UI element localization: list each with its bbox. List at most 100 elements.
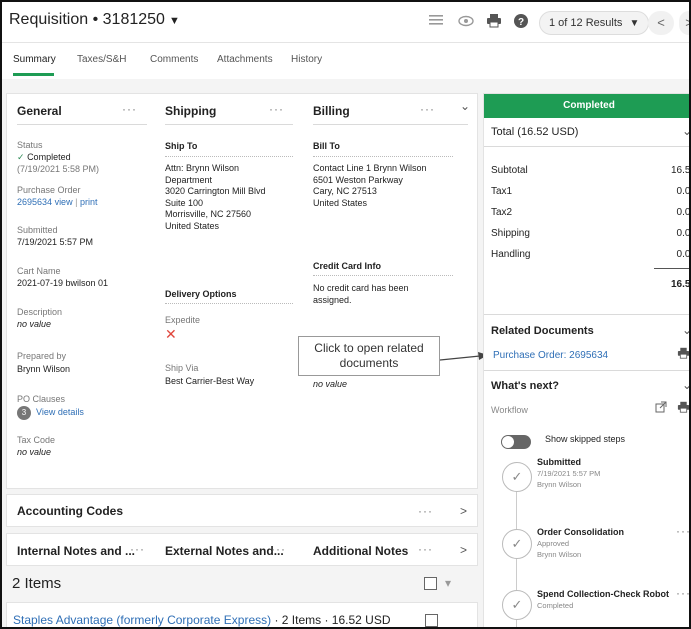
ship-to-label: Ship To <box>165 141 198 151</box>
step-more-button[interactable]: ··· <box>676 586 689 600</box>
bill-address-line: Contact Line 1 Brynn Wilson <box>313 163 427 173</box>
accounting-expand-icon[interactable]: > <box>460 504 467 518</box>
additional-notes-heading[interactable]: Additional Notes <box>313 544 408 558</box>
general-more-button[interactable]: ··· <box>122 102 137 116</box>
toggle-knob <box>502 436 514 448</box>
external-link-icon[interactable] <box>655 401 667 416</box>
whats-next-collapse-icon[interactable]: ⌄ <box>682 378 689 392</box>
po-number-link[interactable]: 2695634 <box>17 197 52 207</box>
external-notes-more-button[interactable]: ··· <box>271 542 286 556</box>
summary-line-label: Shipping <box>491 228 530 239</box>
delivery-options-heading: Delivery Options <box>165 289 237 299</box>
results-dropdown[interactable]: 1 of 12 Results ▼ <box>539 11 650 35</box>
next-result-button[interactable]: > <box>679 11 689 35</box>
accounting-codes-row[interactable]: Accounting Codes ··· > <box>6 494 478 527</box>
summary-line-value: 0.00 <box>676 249 691 260</box>
ship-address-line: Department <box>165 174 213 185</box>
callout-line: documents <box>339 356 399 370</box>
eye-icon[interactable] <box>457 13 475 31</box>
step-complete-check-icon: ✓ <box>502 529 532 559</box>
bill-address-line: 6501 Weston Parkway <box>313 174 403 185</box>
print-icon[interactable] <box>485 13 503 31</box>
cart-name-value: 2021-07-19 bwilson 01 <box>17 278 109 288</box>
related-divider-top <box>484 314 689 315</box>
supplier-row: Staples Advantage (formerly Corporate Ex… <box>6 602 478 627</box>
bill-to-divider <box>313 156 453 157</box>
requisition-title[interactable]: Requisition • 3181250 ▼ <box>9 11 180 29</box>
external-notes-heading[interactable]: External Notes and... <box>165 544 284 558</box>
shipping-heading: Shipping <box>165 104 217 118</box>
step-name: Submitted <box>537 457 581 467</box>
select-caret-icon[interactable]: ▾ <box>445 576 451 590</box>
internal-notes-more-button[interactable]: ··· <box>130 542 145 556</box>
app-window: Requisition • 3181250 ▼ ? 1 of 12 Results… <box>0 0 691 629</box>
svg-text:?: ? <box>518 17 524 28</box>
shipping-divider <box>165 124 293 125</box>
additional-notes-more-button[interactable]: ··· <box>418 542 433 556</box>
expedite-x-icon: ✕ <box>165 326 177 342</box>
select-all-checkbox[interactable] <box>424 577 437 590</box>
summary-line-value: 0.00 <box>676 207 691 218</box>
notes-row: Internal Notes and ... ··· External Note… <box>6 533 478 566</box>
ship-to-address: Attn: Brynn Wilson Department 3020 Carri… <box>165 163 266 232</box>
po-clauses-count-badge: 3 <box>17 406 31 420</box>
supplier-checkbox[interactable] <box>425 614 438 627</box>
related-documents-callout: Click to open related documents <box>298 336 440 376</box>
credit-card-divider <box>313 275 453 276</box>
grand-total-rule <box>654 268 689 269</box>
status-text: Completed <box>27 152 71 162</box>
related-collapse-icon[interactable]: ⌄ <box>682 323 689 337</box>
total-heading: Total (16.52 USD) <box>491 126 579 138</box>
total-divider <box>484 146 689 147</box>
notes-expand-icon[interactable]: > <box>460 543 467 557</box>
tab-attachments[interactable]: Attachments <box>217 54 273 65</box>
po-separator: | <box>75 197 78 207</box>
description-value: no value <box>17 319 52 329</box>
summary-line-label: Subtotal <box>491 165 528 176</box>
ship-address-line: Suite 100 <box>165 197 204 208</box>
step-more-button[interactable]: ··· <box>676 524 689 538</box>
summary-panel: Completed Total (16.52 USD) ⌄ Subtotal 1… <box>483 93 691 627</box>
total-collapse-icon[interactable]: ⌄ <box>682 124 689 138</box>
prepared-by-value: Brynn Wilson <box>17 364 71 374</box>
po-view-link[interactable]: view <box>55 197 73 207</box>
billing-collapse-icon[interactable]: ⌄ <box>460 99 470 113</box>
tab-comments[interactable]: Comments <box>150 54 198 65</box>
step-detail: Completed <box>537 601 574 610</box>
grand-total-value: 16.52 <box>670 279 691 290</box>
summary-line-label: Tax1 <box>491 186 513 197</box>
previous-result-button[interactable]: < <box>648 11 674 35</box>
po-print-link[interactable]: print <box>80 197 98 207</box>
billing-divider <box>313 124 468 125</box>
billing-more-button[interactable]: ··· <box>420 102 435 116</box>
purchase-order-link[interactable]: Purchase Order: 2695634 <box>493 350 608 361</box>
show-skipped-steps-toggle[interactable] <box>501 435 531 449</box>
billing-heading: Billing <box>313 104 350 118</box>
list-menu-icon[interactable] <box>427 13 445 31</box>
title-caret-icon[interactable]: ▼ <box>169 15 180 27</box>
active-tab-indicator <box>13 73 54 76</box>
shipping-more-button[interactable]: ··· <box>269 102 284 116</box>
ship-address-line: Attn: Brynn Wilson <box>165 163 240 173</box>
view-details-link[interactable]: View details <box>36 407 84 417</box>
purchase-order-value: 2695634 view | print <box>17 197 97 207</box>
tab-summary[interactable]: Summary <box>13 54 56 65</box>
step-name: Spend Collection-Check Robot <box>537 589 670 599</box>
general-heading: General <box>17 104 62 118</box>
step-name: Order Consolidation <box>537 527 625 537</box>
internal-notes-heading[interactable]: Internal Notes and ... <box>17 544 135 558</box>
accounting-more-button[interactable]: ··· <box>418 504 433 518</box>
ship-to-divider <box>165 156 293 157</box>
results-caret-icon: ▼ <box>629 18 640 29</box>
step-detail: Approved <box>537 539 570 548</box>
summary-line-value: 0.00 <box>676 186 691 197</box>
workflow-print-icon[interactable] <box>677 401 689 416</box>
credit-card-info: No credit card has been assigned. <box>313 283 409 306</box>
tab-taxes-sh[interactable]: Taxes/S&H <box>77 54 126 65</box>
supplier-name-link[interactable]: Staples Advantage (formerly Corporate Ex… <box>13 613 271 627</box>
tab-history[interactable]: History <box>291 54 322 65</box>
print-icon[interactable] <box>677 347 689 362</box>
show-skipped-steps-label: Show skipped steps <box>545 434 626 444</box>
help-icon[interactable]: ? <box>512 13 530 31</box>
whats-next-heading: What's next? <box>491 380 560 392</box>
